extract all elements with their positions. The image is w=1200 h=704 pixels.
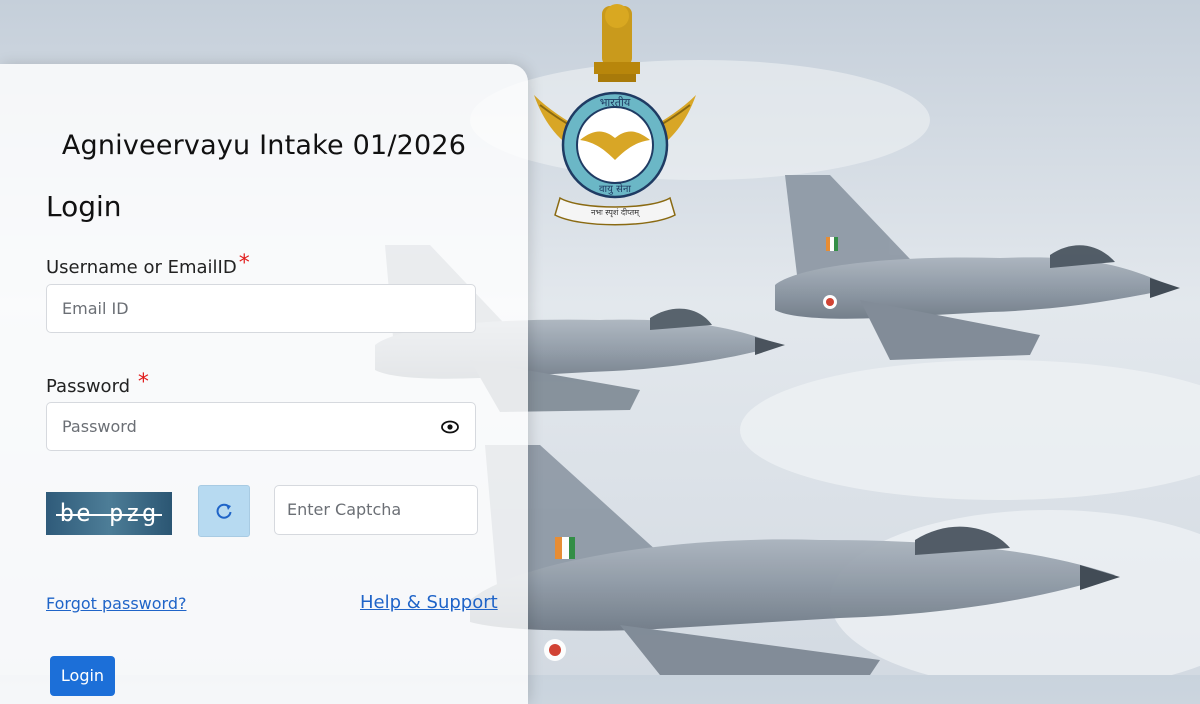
- password-field[interactable]: Password: [46, 402, 476, 451]
- password-field-placeholder: Password: [62, 417, 137, 436]
- help-support-link[interactable]: Help & Support: [360, 592, 498, 613]
- login-heading: Login: [46, 190, 122, 223]
- page-title: Agniveervayu Intake 01/2026: [61, 130, 467, 161]
- username-label-text: Username or EmailID: [46, 257, 237, 278]
- refresh-captcha-button[interactable]: [198, 485, 250, 537]
- username-label: Username or EmailID*: [46, 251, 250, 282]
- eye-icon[interactable]: [441, 418, 459, 436]
- forgot-password-link[interactable]: Forgot password?: [46, 594, 186, 613]
- required-marker: *: [238, 251, 250, 276]
- password-label-text: Password: [46, 376, 131, 397]
- captcha-input[interactable]: Enter Captcha: [274, 485, 478, 535]
- password-label: Password *: [46, 370, 149, 401]
- svg-text:नभः स्पृशं दीप्तम्: नभः स्पृशं दीप्तम्: [591, 207, 641, 218]
- login-button[interactable]: Login: [50, 656, 115, 696]
- captcha-image-text: be pzg: [59, 499, 159, 527]
- refresh-icon: [216, 503, 232, 519]
- svg-text:वायु सेना: वायु सेना: [599, 183, 631, 195]
- email-field[interactable]: Email ID: [46, 284, 476, 333]
- required-marker: *: [137, 370, 149, 395]
- iaf-crest-icon: भारतीय वायु सेना नभः स्पृशं दीप्तम्: [534, 4, 696, 226]
- captcha-input-placeholder: Enter Captcha: [287, 500, 402, 519]
- svg-text:भारतीय: भारतीय: [600, 96, 631, 109]
- captcha-strike-line: [56, 514, 162, 516]
- captcha-image: be pzg: [46, 492, 172, 535]
- email-field-placeholder: Email ID: [62, 299, 129, 318]
